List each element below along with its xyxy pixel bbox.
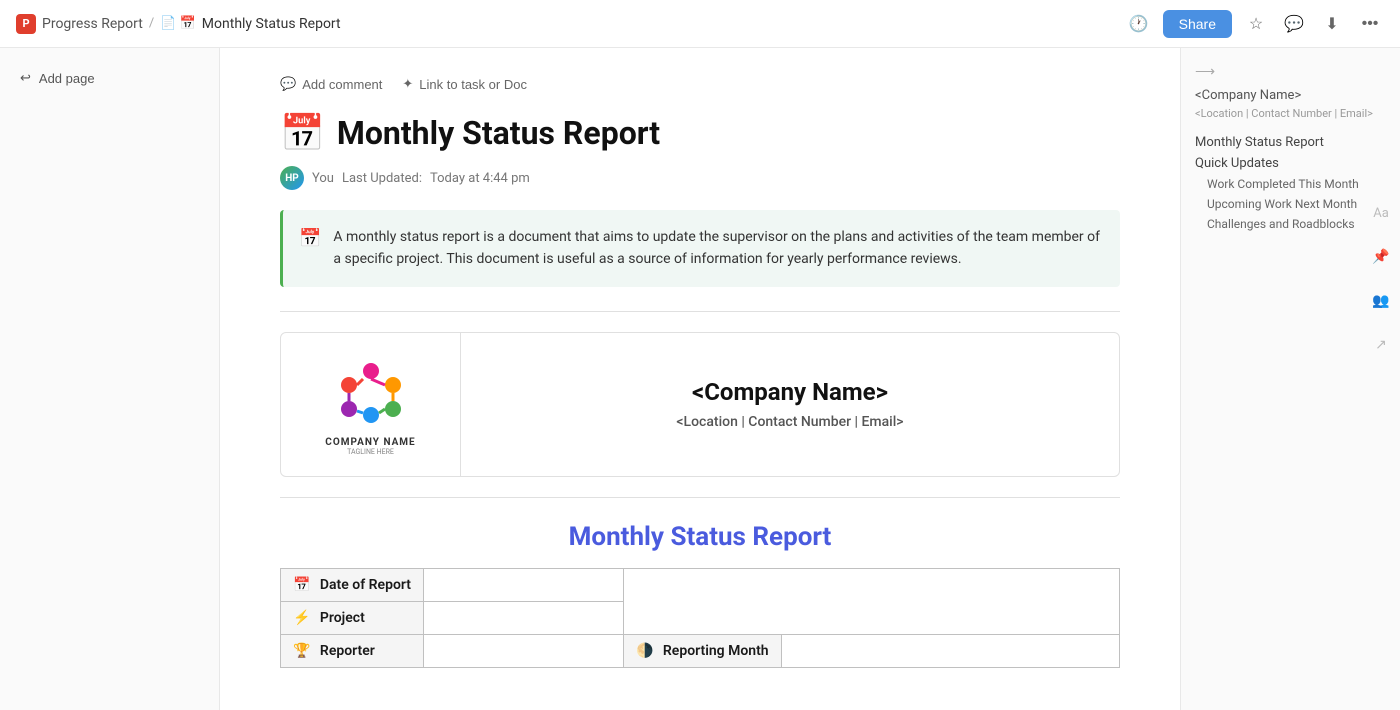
share-right-icon[interactable]: ↗ bbox=[1368, 332, 1394, 358]
reporter-label: 🏆 Reporter bbox=[281, 634, 424, 667]
sidebar-nav-quick-updates[interactable]: Quick Updates bbox=[1195, 153, 1386, 174]
logo-tagline: TAGLINE HERE bbox=[347, 448, 394, 456]
collapse-icon[interactable]: ⟶ bbox=[1195, 64, 1215, 80]
report-table: 📅 Date of Report ⚡ Project 🏆 Reporte bbox=[280, 568, 1120, 668]
comment-button[interactable]: 💬 bbox=[1280, 10, 1308, 38]
avatar: HP bbox=[280, 166, 304, 190]
content-area: 💬 Add comment ✦ Link to task or Doc 📅 Mo… bbox=[220, 48, 1180, 710]
section-title: Monthly Status Report bbox=[280, 522, 1120, 552]
date-icon: 📅 bbox=[293, 577, 310, 593]
add-page-icon: ↩ bbox=[20, 70, 31, 86]
reporting-month-value[interactable] bbox=[781, 634, 1119, 667]
project-value[interactable] bbox=[423, 601, 623, 634]
divider-2 bbox=[280, 497, 1120, 498]
add-comment-button[interactable]: 💬 Add comment bbox=[280, 72, 382, 96]
add-page-button[interactable]: ↩ Add page bbox=[12, 64, 103, 92]
meta-updated: Last Updated: bbox=[342, 171, 422, 186]
reporting-month-icon: 🌗 bbox=[636, 643, 653, 659]
doc-title: 📅 Monthly Status Report bbox=[280, 112, 1120, 154]
star-button[interactable]: ☆ bbox=[1242, 10, 1270, 38]
add-page-label: Add page bbox=[39, 71, 95, 86]
link-icon: ✦ bbox=[402, 76, 413, 92]
callout-text: A monthly status report is a document th… bbox=[333, 226, 1104, 271]
company-name-placeholder: <Company Name> bbox=[692, 378, 888, 406]
reporter-value[interactable] bbox=[423, 634, 623, 667]
date-of-report-value[interactable] bbox=[423, 568, 623, 601]
company-logo-svg bbox=[331, 353, 411, 433]
date-of-report-label: 📅 Date of Report bbox=[281, 568, 424, 601]
breadcrumb-separator: / bbox=[149, 16, 154, 31]
table-row: 🏆 Reporter 🌗 Reporting Month bbox=[281, 634, 1120, 667]
link-task-label: Link to task or Doc bbox=[419, 77, 527, 92]
callout-icon: 📅 bbox=[299, 228, 321, 249]
table-row: ⚡ Project bbox=[281, 601, 1120, 634]
topbar-right: 🕐 Share ☆ 💬 ⬇ ••• bbox=[1125, 10, 1384, 38]
reporter-icon: 🏆 bbox=[293, 643, 310, 659]
comment-icon: 💬 bbox=[280, 76, 296, 92]
company-details-placeholder: <Location | Contact Number | Email> bbox=[676, 414, 903, 430]
sidebar-nav-monthly-status[interactable]: Monthly Status Report bbox=[1195, 132, 1386, 153]
doc-actions: 💬 Add comment ✦ Link to task or Doc bbox=[280, 72, 1120, 96]
breadcrumb-app-name: Progress Report bbox=[42, 16, 143, 32]
company-logo-section: COMPANY NAME TAGLINE HERE bbox=[281, 333, 461, 476]
export-button[interactable]: ⬇ bbox=[1318, 10, 1346, 38]
sidebar-nav-work-completed[interactable]: Work Completed This Month bbox=[1195, 174, 1386, 194]
users-icon[interactable]: 👥 bbox=[1368, 288, 1394, 314]
history-button[interactable]: 🕐 bbox=[1125, 10, 1153, 38]
main-layout: ↩ Add page 💬 Add comment ✦ Link to task … bbox=[0, 48, 1400, 710]
doc-meta: HP You Last Updated: Today at 4:44 pm bbox=[280, 166, 1120, 190]
meta-user: You bbox=[312, 171, 334, 186]
left-sidebar: ↩ Add page bbox=[0, 48, 220, 710]
pin-icon[interactable]: 📌 bbox=[1368, 244, 1394, 270]
more-button[interactable]: ••• bbox=[1356, 10, 1384, 38]
breadcrumb: P Progress Report / 📄 📅 Monthly Status R… bbox=[16, 14, 341, 34]
reporting-month-label: 🌗 Reporting Month bbox=[623, 634, 781, 667]
sidebar-location: <Location | Contact Number | Email> bbox=[1195, 107, 1386, 120]
sidebar-company-name: <Company Name> bbox=[1195, 88, 1386, 103]
company-info-section: <Company Name> <Location | Contact Numbe… bbox=[461, 358, 1119, 450]
breadcrumb-doc-name: Monthly Status Report bbox=[202, 16, 341, 32]
right-sidebar-header: ⟶ bbox=[1195, 64, 1386, 80]
company-card: COMPANY NAME TAGLINE HERE <Company Name>… bbox=[280, 332, 1120, 477]
link-task-button[interactable]: ✦ Link to task or Doc bbox=[402, 72, 527, 96]
table-row: 📅 Date of Report bbox=[281, 568, 1120, 601]
divider-1 bbox=[280, 311, 1120, 312]
add-comment-label: Add comment bbox=[302, 77, 382, 92]
project-icon: ⚡ bbox=[293, 610, 310, 626]
sidebar-nav-upcoming-work[interactable]: Upcoming Work Next Month bbox=[1195, 194, 1386, 214]
sidebar-nav: Monthly Status Report Quick Updates Work… bbox=[1195, 132, 1386, 234]
topbar: P Progress Report / 📄 📅 Monthly Status R… bbox=[0, 0, 1400, 48]
logo-company-name: COMPANY NAME bbox=[325, 437, 415, 448]
right-sidebar: ⟶ <Company Name> <Location | Contact Num… bbox=[1180, 48, 1400, 710]
page-title: Monthly Status Report bbox=[337, 114, 660, 152]
meta-time: Today at 4:44 pm bbox=[430, 171, 530, 186]
share-button[interactable]: Share bbox=[1163, 10, 1232, 38]
callout-block: 📅 A monthly status report is a document … bbox=[280, 210, 1120, 287]
doc-type-icon: 📄 📅 bbox=[160, 16, 196, 31]
title-icon: 📅 bbox=[280, 112, 325, 154]
font-size-icon[interactable]: Aa bbox=[1368, 200, 1394, 226]
project-label: ⚡ Project bbox=[281, 601, 424, 634]
sidebar-nav-challenges[interactable]: Challenges and Roadblocks bbox=[1195, 214, 1386, 234]
app-icon: P bbox=[16, 14, 36, 34]
